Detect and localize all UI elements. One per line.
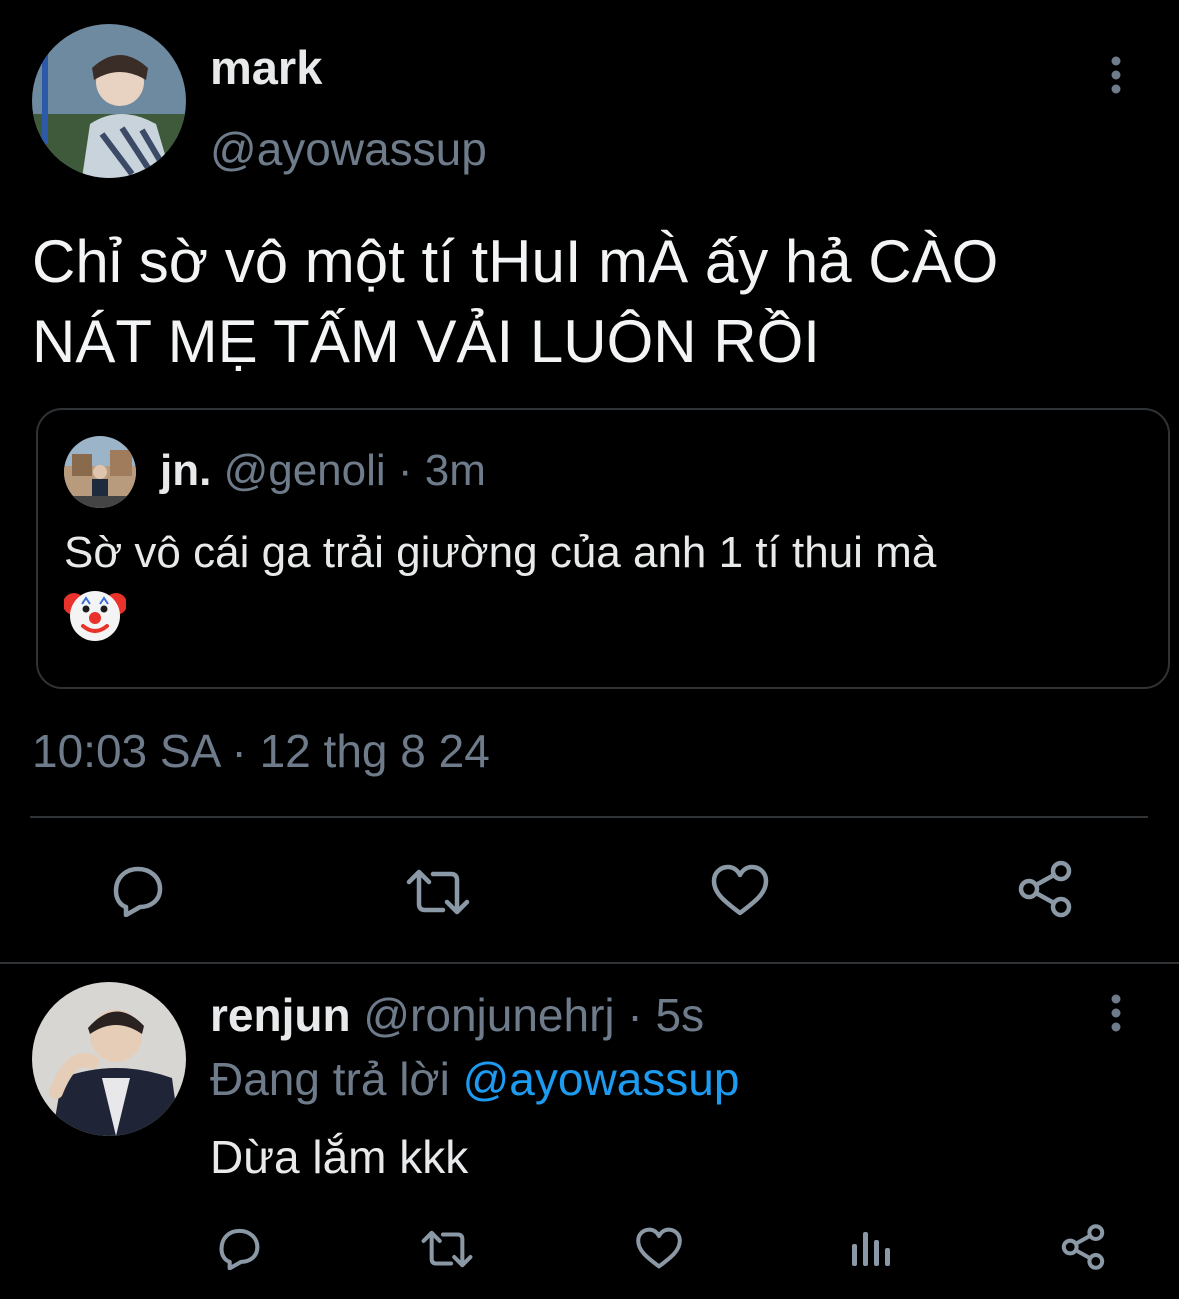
- quoted-tweet-text: Sờ vô cái ga trải giường của anh 1 tí th…: [64, 528, 937, 577]
- replying-to-prefix: Đang trả lời: [210, 1053, 463, 1105]
- share-icon: [1018, 860, 1072, 918]
- like-button[interactable]: [705, 858, 775, 922]
- quoted-time: 3m: [424, 446, 486, 495]
- retweet-icon: [406, 869, 470, 915]
- reply-more-options-button[interactable]: [1096, 990, 1136, 1036]
- display-name[interactable]: mark: [210, 40, 322, 95]
- share-button[interactable]: [1010, 856, 1080, 922]
- reply-header: renjun @ronjunehrj · 5s: [210, 988, 704, 1042]
- reply-like-button[interactable]: [630, 1220, 688, 1276]
- reply-share-button[interactable]: [1054, 1218, 1112, 1276]
- tweet-text-line-1: Chỉ sờ vô một tí tHuI mÀ ấy hả CÀO: [32, 228, 999, 295]
- analytics-icon: [852, 1232, 890, 1266]
- divider: [30, 816, 1148, 818]
- replying-to-link[interactable]: @ayowassup: [463, 1053, 740, 1105]
- reply-reply-button[interactable]: [208, 1220, 266, 1276]
- avatar-jn[interactable]: [64, 436, 136, 508]
- reply-icon: [219, 1228, 260, 1270]
- tweet-text-line-2: NÁT MẸ TẤM VẢI LUÔN RỒI: [32, 308, 820, 375]
- like-icon: [711, 864, 769, 916]
- reply-text: Dừa lắm kkk: [210, 1131, 469, 1183]
- reply-analytics-button[interactable]: [842, 1220, 900, 1276]
- more-options-button[interactable]: [1096, 52, 1136, 98]
- avatar-renjun[interactable]: [32, 982, 186, 1136]
- quoted-separator: ·: [385, 446, 425, 495]
- retweet-button[interactable]: [403, 860, 473, 924]
- retweet-icon: [421, 1230, 473, 1268]
- reply-button[interactable]: [100, 858, 170, 922]
- reply-time: 5s: [655, 989, 705, 1041]
- quoted-display-name[interactable]: jn.: [160, 446, 211, 495]
- quoted-handle[interactable]: @genoli: [224, 446, 386, 495]
- replying-to: Đang trả lời @ayowassup: [210, 1052, 739, 1106]
- quoted-tweet-card[interactable]: jn. @genoli · 3m Sờ vô cái ga trải giườn…: [36, 408, 1170, 689]
- reply-display-name[interactable]: renjun: [210, 989, 351, 1041]
- share-icon: [1061, 1224, 1105, 1270]
- vertical-ellipsis-icon: [1111, 56, 1121, 94]
- handle[interactable]: @ayowassup: [210, 122, 487, 176]
- clown-emoji: [64, 582, 126, 644]
- vertical-ellipsis-icon: [1111, 994, 1121, 1032]
- reply-retweet-button[interactable]: [418, 1222, 476, 1276]
- reply-handle[interactable]: @ronjunehrj: [363, 989, 614, 1041]
- reply-icon: [113, 866, 163, 917]
- like-icon: [636, 1227, 682, 1269]
- section-divider: [0, 962, 1179, 964]
- avatar-mark[interactable]: [32, 24, 186, 178]
- quoted-tweet-header: jn. @genoli · 3m: [160, 446, 486, 496]
- tweet-timestamp[interactable]: 10:03 SA · 12 thg 8 24: [32, 724, 490, 778]
- tweet-text: Chỉ sờ vô một tí tHuI mÀ ấy hả CÀO NÁT M…: [32, 222, 998, 382]
- reply-separator: ·: [614, 989, 656, 1041]
